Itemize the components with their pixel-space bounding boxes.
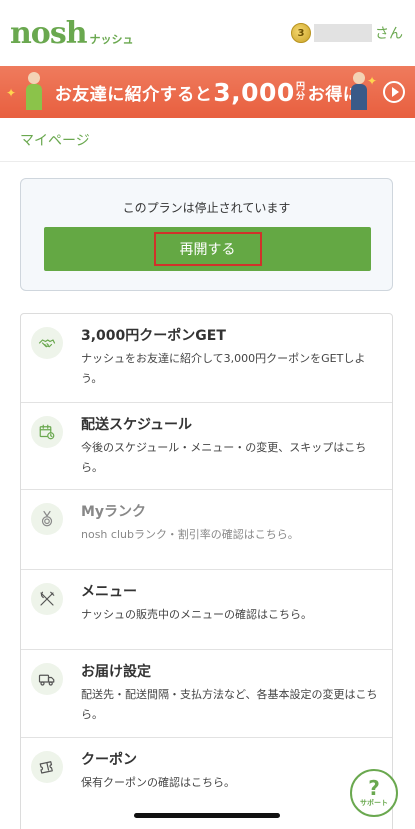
fork-knife-icon (31, 583, 63, 615)
menu-item-desc: 配送先・配送間隔・支払方法など、各基本設定の変更はこちら。 (81, 688, 378, 721)
support-button[interactable]: ? サポート (350, 769, 398, 817)
logo-wordmark: nosh (10, 15, 88, 51)
banner-unit: 円分 (296, 82, 306, 102)
resume-plan-label: 再開する (153, 232, 262, 266)
banner-text-1: お友達に紹介すると (54, 84, 213, 105)
truck-icon (31, 663, 63, 695)
support-label: サポート (360, 799, 388, 807)
menu-item-desc: 今後のスケジュール・メニュー・の変更、スキップはこちら。 (81, 441, 367, 474)
sparkle-icon: ✦ (6, 86, 17, 100)
app-header: nosh ナッシュ 3 さん (0, 0, 415, 66)
menu-item-delivery-settings[interactable]: お届け設定 配送先・配送間隔・支払方法など、各基本設定の変更はこちら。 (21, 650, 392, 738)
menu-item-desc: 保有クーポンの確認はこちら。 (81, 776, 235, 789)
breadcrumb: マイページ (0, 118, 415, 162)
banner-text: お友達に紹介すると 3,000 円分 お得に (55, 78, 361, 107)
nosh-logo[interactable]: nosh ナッシュ (10, 16, 134, 51)
menu-item-desc: ナッシュの販売中のメニューの確認はこちら。 (81, 608, 312, 621)
plan-status-panel: このプランは停止されています 再開する (20, 178, 393, 291)
user-account[interactable]: 3 さん (291, 23, 403, 43)
menu-item-title: クーポン (81, 752, 137, 768)
menu-item-title: お届け設定 (81, 664, 151, 680)
username-redacted (314, 24, 372, 42)
username-honorific: さん (375, 26, 403, 42)
banner-amount: 3,000 (213, 77, 295, 107)
menu-item-desc: ナッシュをお友達に紹介して3,000円クーポンをGETしよう。 (81, 352, 366, 385)
menu-item-coupon-get[interactable]: 3,000円クーポンGET ナッシュをお友達に紹介して3,000円クーポンをGE… (21, 314, 392, 403)
plan-status-text: このプランは停止されています (122, 201, 291, 215)
person-illustration-icon (20, 72, 48, 112)
home-indicator (134, 813, 280, 818)
calendar-clock-icon (31, 416, 63, 448)
menu-item-menu[interactable]: メニュー ナッシュの販売中のメニューの確認はこちら。 (21, 570, 392, 650)
menu-item-title: Myランク (81, 504, 147, 520)
menu-item-title: メニュー (81, 584, 137, 600)
menu-item-desc: nosh clubランク・割引率の確認はこちら。 (81, 528, 299, 541)
logo-katakana: ナッシュ (89, 32, 134, 46)
menu-item-delivery-schedule[interactable]: 配送スケジュール 今後のスケジュール・メニュー・の変更、スキップはこちら。 (21, 403, 392, 490)
menu-item-title: 配送スケジュール (81, 417, 193, 433)
resume-plan-button[interactable]: 再開する (44, 227, 371, 271)
handshake-icon (31, 327, 63, 359)
menu-item-my-rank[interactable]: Myランク nosh clubランク・割引率の確認はこちら。 (21, 490, 392, 570)
breadcrumb-mypage-link[interactable]: マイページ (20, 130, 90, 150)
ticket-icon (31, 751, 63, 783)
medal-icon (31, 503, 63, 535)
rank-badge-icon: 3 (291, 23, 311, 43)
play-icon[interactable] (383, 81, 405, 103)
menu-item-title: 3,000円クーポンGET (81, 328, 226, 344)
sparkle-icon: ✦ (366, 74, 377, 88)
referral-banner[interactable]: ✦ お友達に紹介すると 3,000 円分 お得に ✦ (0, 66, 415, 118)
question-mark-icon: ? (368, 776, 380, 800)
mypage-menu-list: 3,000円クーポンGET ナッシュをお友達に紹介して3,000円クーポンをGE… (20, 313, 393, 829)
